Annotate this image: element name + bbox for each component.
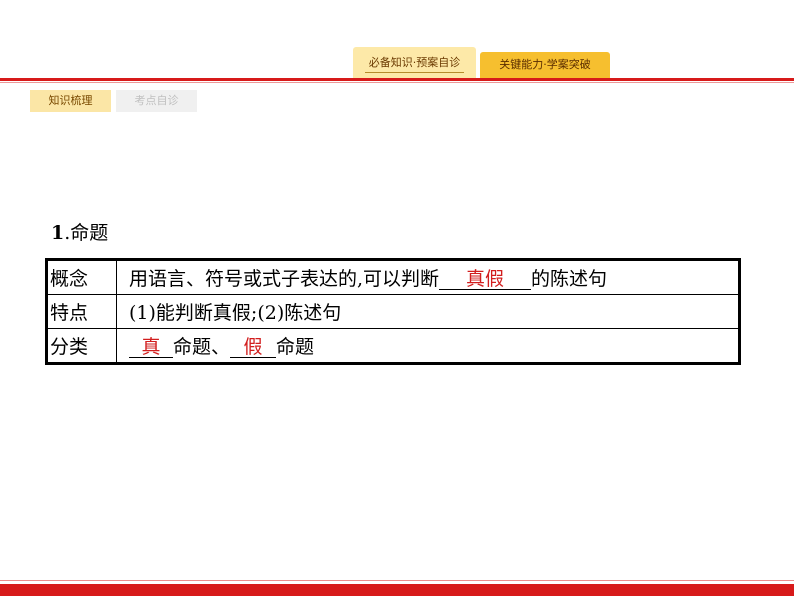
classification-text-mid: 命题、 bbox=[173, 336, 231, 358]
answer-blank-true-false: 真假 bbox=[439, 269, 532, 290]
table-row: 分类 真命题、假命题 bbox=[46, 328, 740, 364]
row-value-concept: 用语言、符号或式子表达的,可以判断 真假 的陈述句 bbox=[116, 259, 740, 295]
subtab-knowledge-review[interactable]: 知识梳理 bbox=[30, 90, 111, 112]
tab-essential-knowledge-label: 必备知识·预案自诊 bbox=[368, 56, 461, 69]
tab-underline bbox=[365, 72, 464, 73]
tab-essential-knowledge[interactable]: 必备知识·预案自诊 bbox=[353, 47, 476, 78]
row-key-features: 特点 bbox=[46, 294, 117, 329]
answer-blank-false: 假 bbox=[230, 337, 277, 358]
concept-text-before: 用语言、符号或式子表达的,可以判断 bbox=[129, 268, 440, 290]
header-divider bbox=[0, 78, 794, 81]
section-number: 1 bbox=[51, 222, 65, 244]
footer-bar bbox=[0, 584, 794, 596]
proposition-table: 概念 用语言、符号或式子表达的,可以判断 真假 的陈述句 特点 (1)能判断真假;(… bbox=[45, 258, 741, 365]
subtab-self-diagnosis[interactable]: 考点自诊 bbox=[116, 90, 197, 112]
section-title: .命题 bbox=[64, 222, 109, 244]
section-heading: 1.命题 bbox=[51, 218, 108, 245]
row-value-classification: 真命题、假命题 bbox=[116, 328, 740, 364]
table-row: 特点 (1)能判断真假;(2)陈述句 bbox=[46, 294, 740, 329]
subtab-knowledge-review-label: 知识梳理 bbox=[48, 94, 93, 107]
row-key-concept: 概念 bbox=[46, 259, 117, 295]
concept-text-after: 的陈述句 bbox=[531, 268, 608, 290]
tab-key-ability-label: 关键能力·学案突破 bbox=[499, 58, 591, 71]
subtab-self-diagnosis-label: 考点自诊 bbox=[134, 94, 179, 107]
header-divider-thin bbox=[0, 82, 794, 83]
row-value-features: (1)能判断真假;(2)陈述句 bbox=[116, 294, 740, 329]
answer-blank-true: 真 bbox=[129, 337, 173, 358]
footer-divider-thin bbox=[0, 580, 794, 581]
tab-key-ability[interactable]: 关键能力·学案突破 bbox=[480, 52, 610, 78]
row-key-classification: 分类 bbox=[46, 328, 117, 364]
classification-text-after: 命题 bbox=[276, 336, 315, 358]
table-row: 概念 用语言、符号或式子表达的,可以判断 真假 的陈述句 bbox=[46, 259, 740, 295]
